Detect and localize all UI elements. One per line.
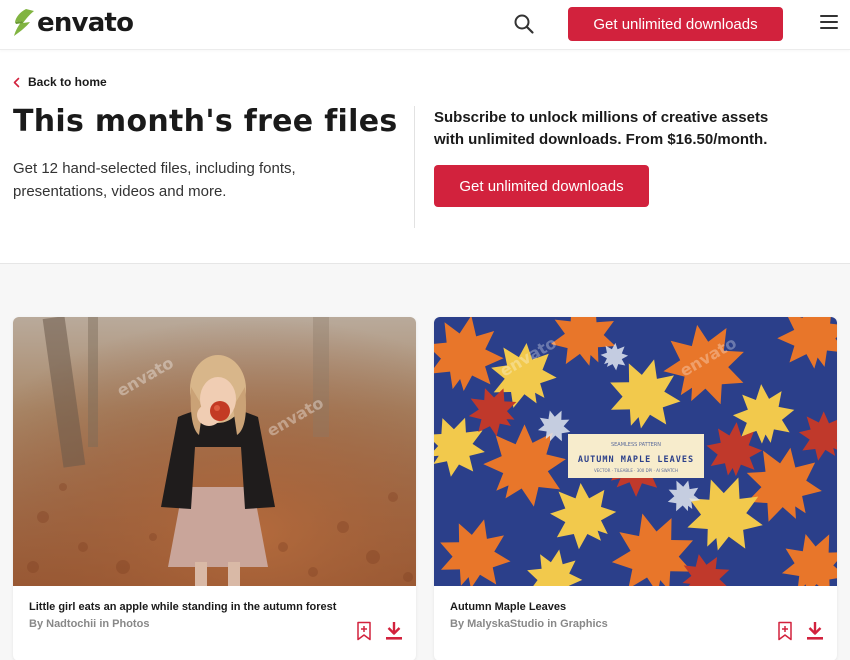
in-label: in xyxy=(547,618,557,630)
back-to-home-label: Back to home xyxy=(28,75,107,89)
download-icon xyxy=(386,622,402,640)
card-thumbnail-graphic[interactable]: SEAMLESS PATTERN AUTUMN MAPLE LEAVES VEC… xyxy=(434,317,837,586)
page-title: This month's free files xyxy=(13,104,398,139)
hero-get-unlimited-downloads-button[interactable]: Get unlimited downloads xyxy=(434,165,649,207)
card-title[interactable]: Autumn Maple Leaves xyxy=(450,601,566,613)
author-link[interactable]: Nadtochii xyxy=(46,618,96,630)
card-author-line: By Nadtochii in Photos xyxy=(29,618,149,630)
author-link[interactable]: MalyskaStudio xyxy=(467,618,544,630)
header-get-unlimited-downloads-button[interactable]: Get unlimited downloads xyxy=(568,7,783,41)
free-files-grid: envato envato Little girl eats an apple … xyxy=(0,263,850,660)
download-icon xyxy=(807,622,823,640)
download-button[interactable] xyxy=(385,621,403,641)
hero-divider xyxy=(414,106,415,228)
category-link[interactable]: Photos xyxy=(112,618,149,630)
pattern-label-top: SEAMLESS PATTERN xyxy=(611,442,661,448)
card-author-line: By MalyskaStudio in Graphics xyxy=(450,618,608,630)
bookmark-button[interactable] xyxy=(356,621,372,641)
search-icon xyxy=(514,14,534,34)
bookmark-button[interactable] xyxy=(777,621,793,641)
by-label: By xyxy=(450,618,465,630)
autumn-maple-leaves-pattern-image: SEAMLESS PATTERN AUTUMN MAPLE LEAVES VEC… xyxy=(434,317,837,586)
bookmark-add-icon xyxy=(357,621,371,641)
download-button[interactable] xyxy=(806,621,824,641)
envato-logo[interactable]: envato xyxy=(12,8,134,38)
photo-girl-eating-apple-image: envato envato xyxy=(13,317,416,586)
logo-wordmark: envato xyxy=(37,8,134,38)
category-link[interactable]: Graphics xyxy=(560,618,608,630)
bookmark-add-icon xyxy=(778,621,792,641)
file-card: SEAMLESS PATTERN AUTUMN MAPLE LEAVES VEC… xyxy=(434,317,837,660)
hamburger-menu-button[interactable] xyxy=(820,15,838,33)
search-button[interactable] xyxy=(512,12,536,36)
subscribe-text: Subscribe to unlock millions of creative… xyxy=(434,109,769,148)
by-label: By xyxy=(29,618,44,630)
pattern-label-main: AUTUMN MAPLE LEAVES xyxy=(578,455,694,465)
pattern-label-bottom: VECTOR · TILEABLE · 300 DPI · AI SWATCH xyxy=(594,468,678,473)
in-label: in xyxy=(99,618,110,630)
chevron-left-icon xyxy=(13,77,20,87)
card-thumbnail-photo[interactable]: envato envato xyxy=(13,317,416,586)
card-title[interactable]: Little girl eats an apple while standing… xyxy=(29,601,336,613)
hamburger-menu-icon xyxy=(820,15,838,29)
top-header: envato Get unlimited downloads xyxy=(0,0,850,50)
envato-leaf-logo-icon xyxy=(14,9,34,36)
file-card: envato envato Little girl eats an apple … xyxy=(13,317,416,660)
page-description: Get 12 hand-selected files, including fo… xyxy=(13,160,296,200)
back-to-home-link[interactable]: Back to home xyxy=(12,75,107,89)
